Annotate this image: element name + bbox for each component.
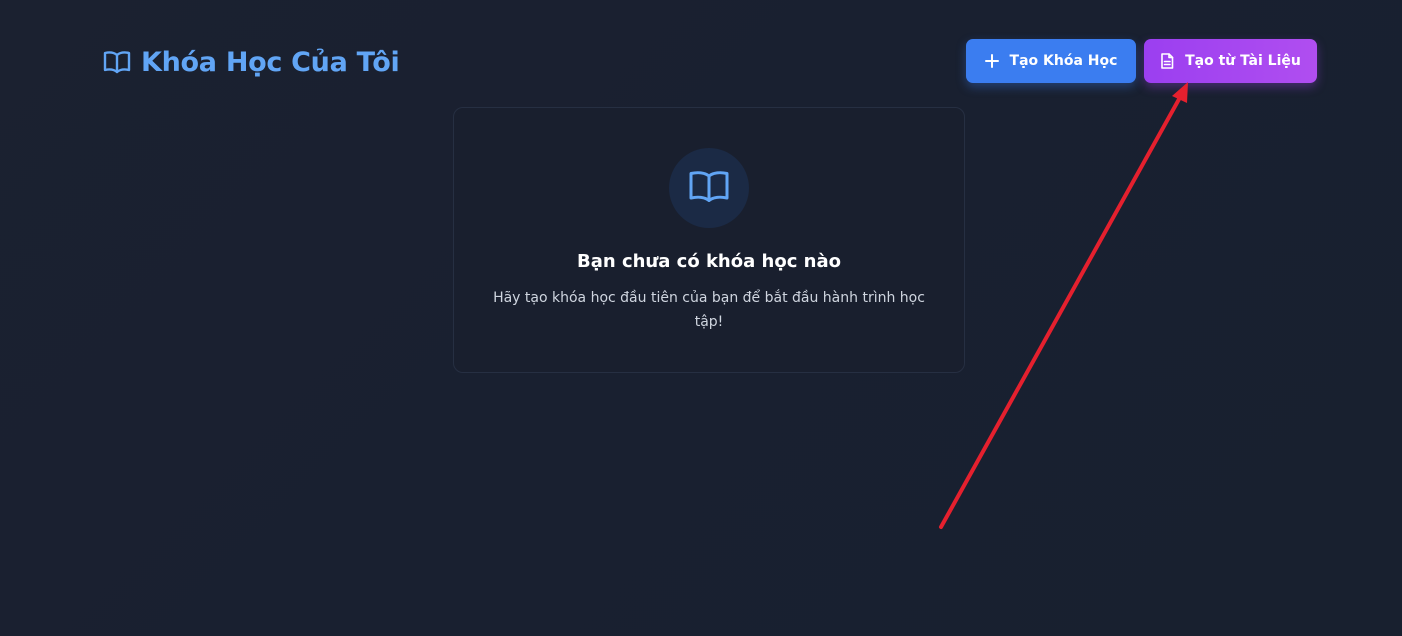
plus-icon xyxy=(984,54,999,68)
empty-state-icon-circle xyxy=(669,148,749,228)
page-header: Khóa Học Của Tôi xyxy=(103,44,400,80)
create-course-label: Tạo Khóa Học xyxy=(1009,53,1118,69)
create-from-document-label: Tạo từ Tài Liệu xyxy=(1185,53,1301,69)
create-course-button[interactable]: Tạo Khóa Học xyxy=(966,39,1136,83)
empty-state-title: Bạn chưa có khóa học nào xyxy=(577,251,841,272)
book-open-icon xyxy=(688,169,730,207)
page: Khóa Học Của Tôi Tạo Khóa Học Tạo từ Tài… xyxy=(0,0,1402,636)
document-icon xyxy=(1160,53,1174,69)
empty-state-card: Bạn chưa có khóa học nào Hãy tạo khóa họ… xyxy=(453,107,965,373)
empty-state-description: Hãy tạo khóa học đầu tiên của bạn để bắt… xyxy=(493,290,925,330)
create-from-document-button[interactable]: Tạo từ Tài Liệu xyxy=(1144,39,1317,83)
arrow-shaft xyxy=(939,90,1185,529)
book-open-icon xyxy=(103,50,131,74)
arrow-head xyxy=(1172,82,1188,103)
page-title: Khóa Học Của Tôi xyxy=(141,46,400,78)
